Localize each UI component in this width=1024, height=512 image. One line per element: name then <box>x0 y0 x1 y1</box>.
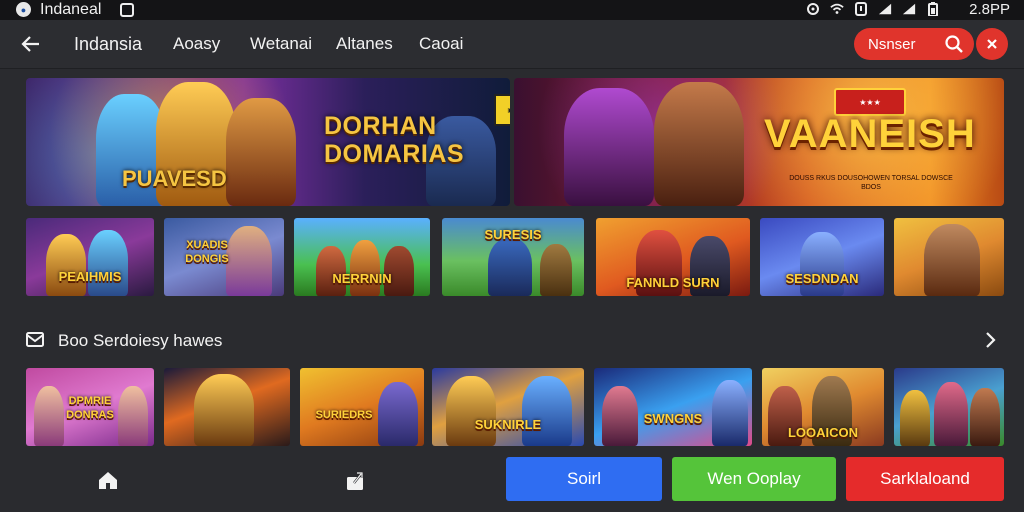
battery-icon <box>926 2 940 16</box>
tile-character <box>934 382 968 446</box>
game-tile[interactable] <box>894 218 1004 296</box>
game-tile-title: LOOAICON <box>787 425 859 440</box>
game-tile-title: SWNGNS <box>643 411 703 426</box>
tile-character <box>88 230 128 296</box>
profile-menu-button[interactable] <box>976 28 1008 60</box>
game-tile[interactable]: SWNGNS <box>594 368 752 446</box>
game-tile-title: XUADIS DONGIS <box>185 239 229 265</box>
play-button[interactable]: Wen Ooplay <box>672 457 836 501</box>
tile-character <box>924 224 980 296</box>
game-tile-title: PEAIHMIS <box>58 269 122 284</box>
hero-title-line1: DORHAN <box>324 112 437 140</box>
home-icon[interactable] <box>96 468 120 492</box>
sync-icon <box>806 2 820 16</box>
game-tile-title: SESDNDAN <box>785 271 859 286</box>
hero-title-line2: DOMARIAS <box>324 140 465 168</box>
nav-brand[interactable]: Indansia <box>74 34 142 55</box>
nav-link-wetanai[interactable]: Wetanai <box>250 34 312 54</box>
hero-banner-right[interactable]: ★★★ VAANEISH DOUSS RKUS DOUSOHOWEN TORSA… <box>514 78 1004 206</box>
status-app-title: Indaneal <box>40 1 102 18</box>
signal-icon <box>902 2 916 16</box>
hero-character <box>654 82 744 206</box>
tile-character <box>378 382 418 446</box>
tile-character <box>900 390 930 446</box>
game-tile[interactable] <box>894 368 1004 446</box>
hero-title: VAANEISH <box>764 112 976 156</box>
hero-subtitle: PUAVESD <box>122 166 227 191</box>
game-tile-title: SURESIS <box>484 227 542 242</box>
game-tile[interactable]: PEAIHMIS <box>26 218 154 296</box>
game-tile[interactable]: SURESIS <box>442 218 584 296</box>
primary-action-button[interactable]: Soirl <box>506 457 662 501</box>
status-icons <box>806 2 940 16</box>
tile-character <box>970 388 1000 446</box>
signal-icon <box>878 2 892 16</box>
game-tile-title: SUKNIRLE <box>474 417 542 432</box>
game-tile[interactable]: SUKNIRLE <box>432 368 584 446</box>
hero-banner-left[interactable]: DORHAN DOMARIAS PUAVESD ▣▣ <box>26 78 510 206</box>
nav-link-aoasy[interactable]: Aoasy <box>173 34 220 54</box>
tile-character <box>194 374 254 446</box>
game-tile[interactable]: LOOAICON <box>762 368 884 446</box>
top-nav: Indansia Aoasy Wetanai Altanes Caoai Nsn… <box>0 20 1024 69</box>
game-tile[interactable]: XUADIS DONGIS <box>164 218 284 296</box>
nav-link-altanes[interactable]: Altanes <box>336 34 393 54</box>
game-tile[interactable]: NERRNIN <box>294 218 430 296</box>
chevron-right-icon[interactable] <box>982 330 998 350</box>
game-tile-title: DPMRIE DONRAS <box>66 395 114 421</box>
game-tile-title: SURIEDRS <box>315 409 373 421</box>
close-x-icon <box>987 39 997 49</box>
search-label: Nsnser <box>868 35 916 53</box>
battery-alert-icon <box>854 2 868 16</box>
hero-tagline: DOUSS RKUS DOUSOHOWEN TORSAL DOWSCE BDOS <box>789 175 953 191</box>
tile-character <box>540 244 572 296</box>
game-tile[interactable]: SURIEDRS <box>300 368 424 446</box>
hero-character <box>564 88 654 206</box>
search-button[interactable]: Nsnser <box>854 28 974 60</box>
notification-icon <box>120 3 134 17</box>
tile-character <box>446 376 496 446</box>
game-tile[interactable]: FANNLD SURN <box>596 218 750 296</box>
status-time: 2.8PP <box>969 1 1010 18</box>
hero-title: DORHAN DOMARIAS <box>324 112 464 168</box>
game-tile-title: NERRNIN <box>332 271 392 286</box>
share-icon[interactable] <box>344 468 368 492</box>
message-icon <box>26 332 44 348</box>
tile-character <box>522 376 572 446</box>
section-title: Boo Serdoiesy hawes <box>58 331 223 350</box>
tile-character <box>488 238 532 296</box>
hero-character <box>226 98 296 206</box>
app-icon: ● <box>16 2 31 17</box>
back-arrow-icon[interactable] <box>18 32 44 56</box>
game-tile[interactable] <box>164 368 290 446</box>
game-tile[interactable]: DPMRIE DONRAS <box>26 368 154 446</box>
tile-character <box>800 232 844 296</box>
status-bar: ● Indaneal 2.8PP <box>0 0 1024 20</box>
wifi-icon <box>830 2 844 16</box>
download-button[interactable]: Sarklaloand <box>846 457 1004 501</box>
nav-link-caoai[interactable]: Caoai <box>419 34 463 54</box>
game-tile-title: FANNLD SURN <box>626 275 720 290</box>
game-tile[interactable]: SESDNDAN <box>760 218 884 296</box>
tile-character <box>46 234 86 296</box>
tile-character <box>350 240 380 296</box>
search-icon <box>944 34 964 54</box>
hero-badge-logo: ▣▣ <box>494 94 510 126</box>
